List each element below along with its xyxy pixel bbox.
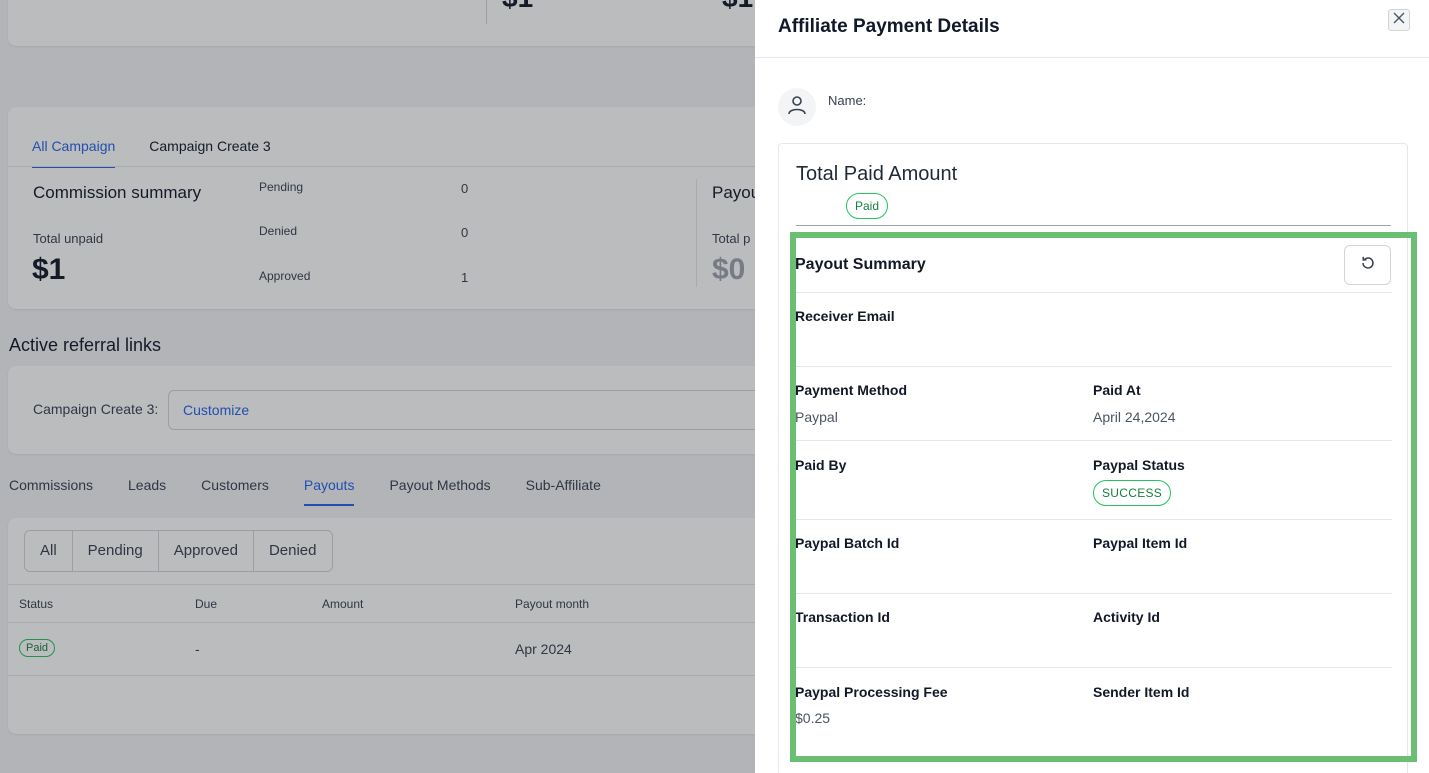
- drawer-title: Affiliate Payment Details: [778, 16, 1000, 37]
- status-badge: SUCCESS: [1093, 480, 1172, 506]
- paypal-item-id-label: Paypal Item Id: [1093, 535, 1188, 551]
- divider: [795, 519, 1392, 520]
- paypal-status-label: Paypal Status: [1093, 457, 1185, 473]
- divider: [796, 225, 1391, 226]
- sender-item-id-label: Sender Item Id: [1093, 684, 1190, 700]
- divider: [795, 593, 1392, 594]
- receiver-email-label: Receiver Email: [795, 308, 895, 324]
- paid-at-label: Paid At: [1093, 382, 1141, 398]
- close-icon: [1393, 11, 1405, 29]
- payment-method-value: Paypal: [795, 409, 838, 425]
- status-badge: Paid: [846, 193, 889, 219]
- avatar: [778, 88, 816, 126]
- paypal-processing-fee-label: Paypal Processing Fee: [795, 684, 948, 700]
- divider: [795, 366, 1392, 367]
- paypal-processing-fee-value: $0.25: [795, 710, 831, 726]
- payment-method-label: Payment Method: [795, 382, 908, 398]
- paypal-batch-id-label: Paypal Batch Id: [795, 535, 900, 551]
- divider: [795, 667, 1392, 668]
- paid-by-label: Paid By: [795, 457, 847, 473]
- divider: [755, 57, 1429, 58]
- user-icon: [786, 94, 808, 121]
- divider: [795, 440, 1392, 441]
- refresh-button[interactable]: [1344, 245, 1391, 285]
- refresh-icon: [1360, 255, 1376, 276]
- divider: [795, 292, 1392, 293]
- name-label: Name:: [828, 93, 867, 108]
- activity-id-label: Activity Id: [1093, 609, 1160, 625]
- payout-summary-title: Payout Summary: [795, 256, 926, 273]
- paid-at-value: April 24,2024: [1093, 409, 1176, 425]
- close-button[interactable]: [1388, 9, 1410, 31]
- total-paid-amount-title: Total Paid Amount: [796, 163, 958, 185]
- transaction-id-label: Transaction Id: [795, 609, 890, 625]
